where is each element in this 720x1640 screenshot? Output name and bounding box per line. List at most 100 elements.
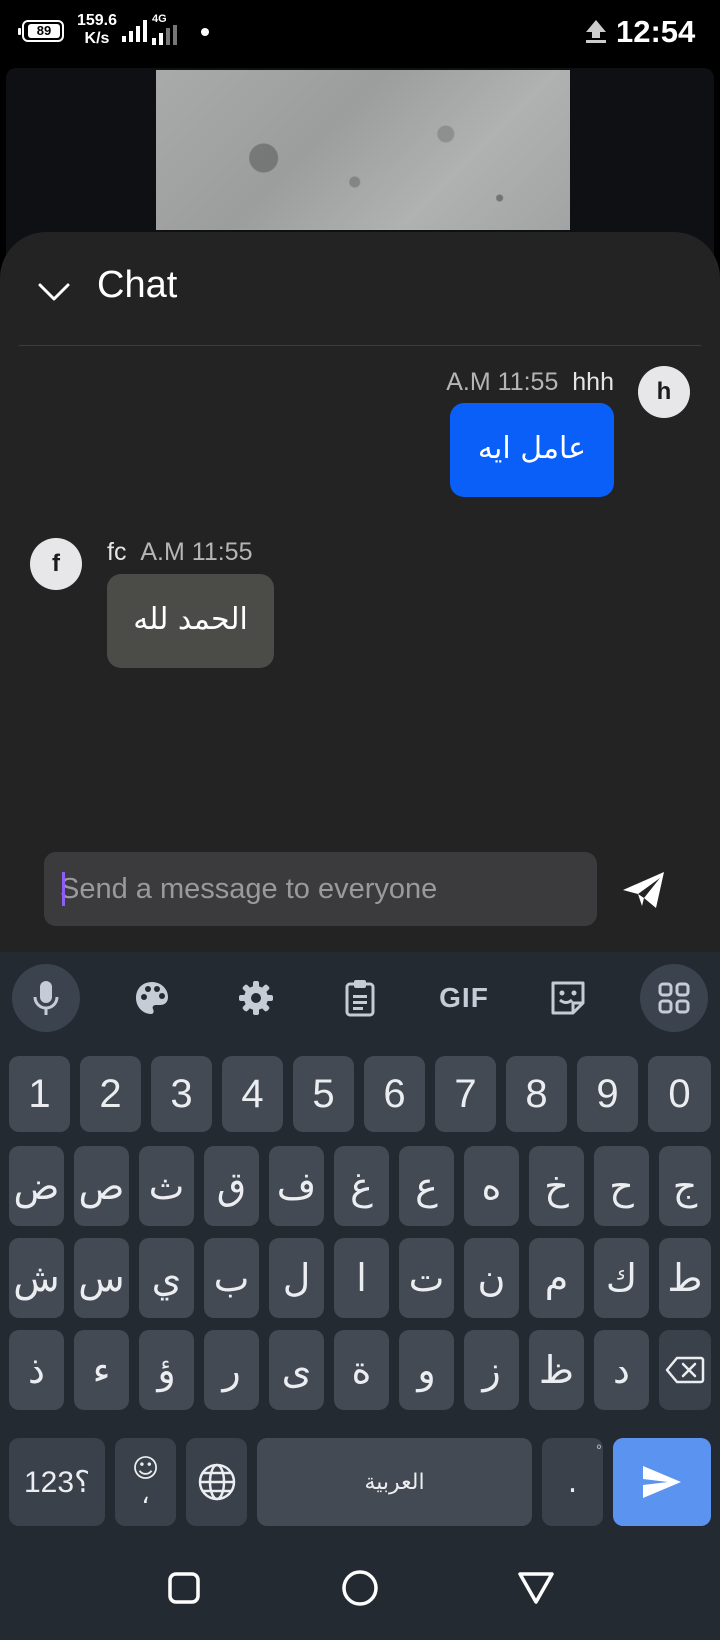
emoji-hint: ☺ (131, 1454, 160, 1484)
sticker-icon[interactable] (534, 964, 602, 1032)
key-letter[interactable]: ط (659, 1238, 711, 1318)
message-time: 11:55 A.M (446, 368, 559, 396)
home-button[interactable] (328, 1556, 392, 1620)
symbols-key[interactable]: ؟123 (9, 1438, 105, 1526)
globe-icon (198, 1463, 235, 1501)
gif-button[interactable]: GIF (430, 964, 498, 1032)
keyboard: GIF 1 2 3 4 5 6 7 8 9 0 ض ص ث ق ف غ ع ه … (0, 952, 720, 1536)
notification-dot (201, 28, 209, 36)
send-icon (643, 1466, 681, 1498)
key-letter[interactable]: ب (204, 1238, 259, 1318)
mic-icon[interactable] (12, 964, 80, 1032)
message-bubble-outgoing: عامل ايه (450, 403, 614, 497)
key-letter[interactable]: غ (334, 1146, 389, 1226)
send-message-button[interactable] (620, 868, 668, 912)
key-letter[interactable]: ي (139, 1238, 194, 1318)
period-label: . (567, 1464, 578, 1500)
key-letter[interactable]: ء (74, 1330, 129, 1410)
key-letter[interactable]: د (594, 1330, 649, 1410)
period-key[interactable]: . ْ (542, 1438, 603, 1526)
key-letter[interactable]: ك (594, 1238, 649, 1318)
key-1[interactable]: 1 (9, 1056, 70, 1132)
chat-panel: Chat h 11:55 A.M hhh عامل ايه f fc 11:55… (0, 232, 720, 952)
message-input[interactable] (60, 852, 580, 926)
battery-level: 89 (28, 24, 60, 38)
key-letter[interactable]: ر (204, 1330, 259, 1410)
key-7[interactable]: 7 (435, 1056, 496, 1132)
divider (19, 345, 701, 346)
chevron-down-icon[interactable] (36, 274, 72, 310)
square-icon (168, 1572, 200, 1604)
key-6[interactable]: 6 (364, 1056, 425, 1132)
network-speed-value: 159.6 (76, 12, 118, 29)
clock: 12:54 (616, 14, 696, 49)
upload-icon (586, 20, 606, 43)
message-composer (44, 852, 597, 926)
chat-title: Chat (97, 264, 178, 306)
key-letter[interactable]: ث (139, 1146, 194, 1226)
network-speed-unit: K/s (84, 30, 110, 47)
palette-icon[interactable] (118, 964, 186, 1032)
key-letter[interactable]: ظ (529, 1330, 584, 1410)
recents-button[interactable] (152, 1556, 216, 1620)
key-2[interactable]: 2 (80, 1056, 141, 1132)
signal-icon (122, 20, 147, 42)
back-button[interactable] (504, 1556, 568, 1620)
key-letter[interactable]: ج (659, 1146, 711, 1226)
gif-label: GIF (439, 982, 489, 1013)
signal-4g-icon: 4G (152, 14, 182, 50)
key-letter[interactable]: ز (464, 1330, 519, 1410)
key-letter[interactable]: ا (334, 1238, 389, 1318)
key-letter[interactable]: س (74, 1238, 129, 1318)
key-8[interactable]: 8 (506, 1056, 567, 1132)
space-key[interactable]: العربية (257, 1438, 532, 1526)
key-5[interactable]: 5 (293, 1056, 354, 1132)
network-speed: 159.6 K/s (72, 12, 122, 48)
message-time: 11:55 A.M (140, 538, 253, 566)
clipboard-icon[interactable] (326, 964, 394, 1032)
key-letter[interactable]: ح (594, 1146, 649, 1226)
key-letter[interactable]: ن (464, 1238, 519, 1318)
key-letter[interactable]: خ (529, 1146, 584, 1226)
key-letter[interactable]: ذ (9, 1330, 64, 1410)
key-letter[interactable]: ة (334, 1330, 389, 1410)
apps-grid-icon[interactable] (640, 964, 708, 1032)
key-letter[interactable]: ت (399, 1238, 454, 1318)
key-4[interactable]: 4 (222, 1056, 283, 1132)
backspace-icon (665, 1356, 705, 1384)
video-frame (156, 70, 570, 230)
keyboard-toolbar: GIF (0, 952, 720, 1044)
key-letter[interactable]: ش (9, 1238, 64, 1318)
avatar: f (30, 538, 82, 590)
text-cursor (62, 872, 65, 906)
message-meta: fc 11:55 A.M (107, 538, 252, 567)
key-letter[interactable]: ى (269, 1330, 324, 1410)
chat-header: Chat (0, 232, 720, 344)
key-letter[interactable]: ع (399, 1146, 454, 1226)
key-letter[interactable]: م (529, 1238, 584, 1318)
key-letter[interactable]: و (399, 1330, 454, 1410)
avatar: h (638, 366, 690, 418)
key-letter[interactable]: ص (74, 1146, 129, 1226)
circle-icon (342, 1570, 378, 1606)
key-letter[interactable]: ض (9, 1146, 64, 1226)
navigation-bar (0, 1536, 720, 1640)
gear-icon[interactable] (222, 964, 290, 1032)
key-9[interactable]: 9 (577, 1056, 638, 1132)
key-letter[interactable]: ل (269, 1238, 324, 1318)
key-letter[interactable]: ق (204, 1146, 259, 1226)
backspace-key[interactable] (659, 1330, 711, 1410)
status-bar: 89 159.6 K/s 4G 12:54 (0, 0, 720, 64)
key-letter[interactable]: ؤ (139, 1330, 194, 1410)
language-switch-key[interactable] (186, 1438, 247, 1526)
key-letter[interactable]: ه (464, 1146, 519, 1226)
comma-key[interactable]: ☺ ، (115, 1438, 176, 1526)
key-letter[interactable]: ف (269, 1146, 324, 1226)
comma-label: ، (141, 1480, 150, 1510)
message-bubble-incoming: الحمد لله (107, 574, 274, 668)
sender-name: hhh (572, 368, 614, 396)
message-meta: 11:55 A.M hhh (446, 368, 614, 397)
key-0[interactable]: 0 (648, 1056, 711, 1132)
enter-key[interactable] (613, 1438, 711, 1526)
key-3[interactable]: 3 (151, 1056, 212, 1132)
